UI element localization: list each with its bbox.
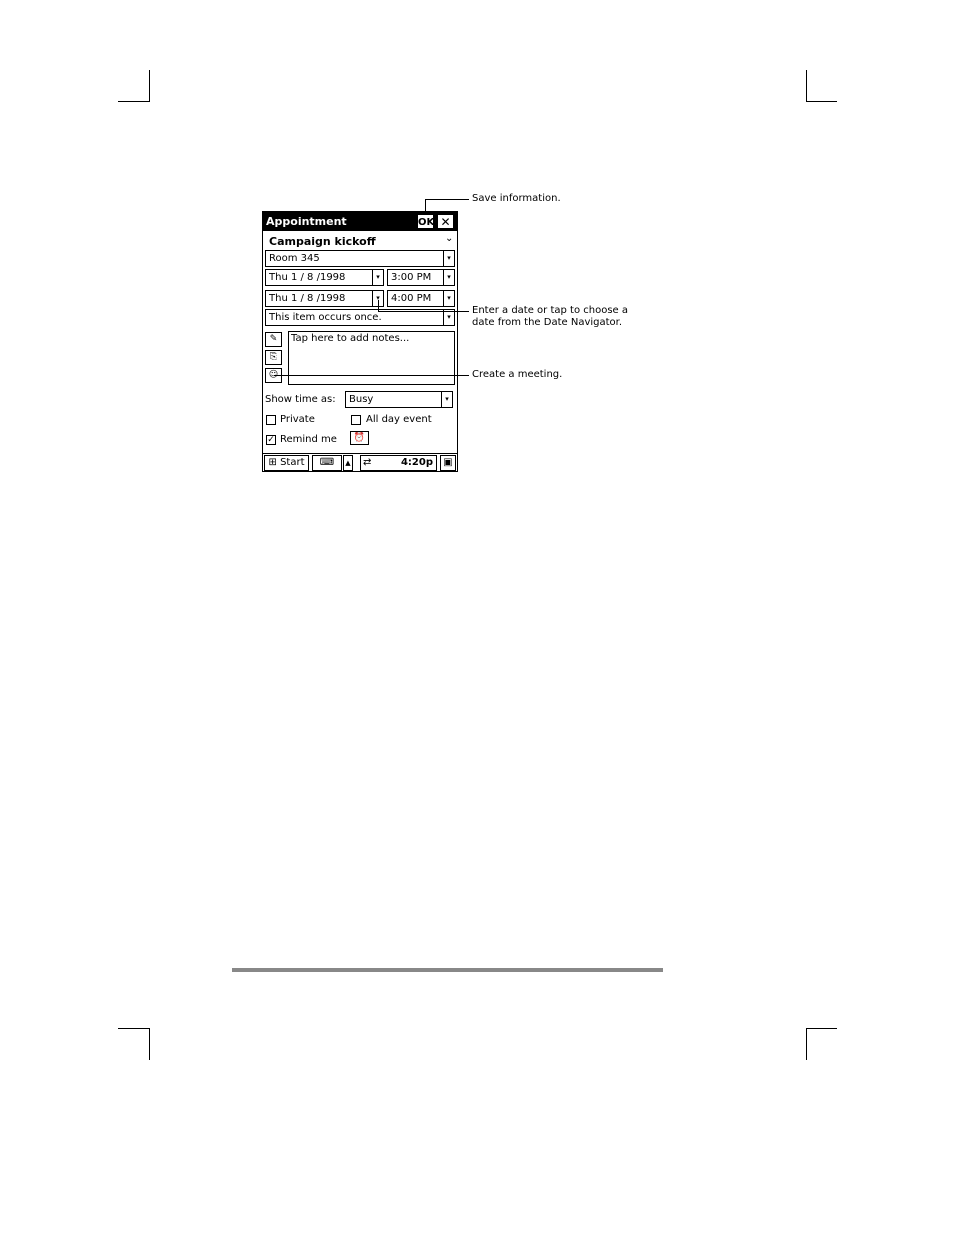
show-time-dropdown-icon[interactable]: ▾	[441, 392, 452, 407]
end-time-field[interactable]: 4:00 PM ▾	[387, 290, 455, 307]
window-title: Appointment	[266, 215, 347, 228]
remind-me-checkbox[interactable]: ✓	[266, 435, 276, 445]
subject-field[interactable]: Campaign kickoff	[269, 235, 376, 248]
close-button[interactable]: ✕	[437, 214, 454, 229]
alarm-icon: ⏰	[353, 433, 366, 443]
up-arrow-icon: ▲	[345, 459, 351, 467]
attach-icon[interactable]: ⎘	[265, 350, 282, 365]
windows-logo-icon: ⊞	[268, 457, 277, 468]
desktop-button[interactable]: ▣	[440, 455, 456, 471]
keyboard-button[interactable]: ⌨	[312, 455, 342, 471]
notes-placeholder: Tap here to add notes...	[291, 333, 410, 344]
crop-mark-tl-h	[118, 101, 149, 102]
desktop-icon: ▣	[443, 457, 453, 468]
private-label: Private	[280, 414, 315, 425]
crop-mark-tr-v	[806, 70, 807, 102]
start-time-text: 3:00 PM	[391, 272, 432, 283]
start-date-field[interactable]: Thu 1 / 8 /1998 ▾	[265, 269, 384, 286]
subject-chevron-down-icon[interactable]: ⌄	[445, 233, 453, 244]
appointment-window: Appointment OK ✕ Campaign kickoff ⌄ Room…	[262, 211, 458, 472]
start-time-dropdown-icon[interactable]: ▾	[443, 270, 454, 285]
taskbar: ⊞ Start ⌨ ▲ ⇄ 4:20p ▣	[263, 453, 457, 471]
notes-area[interactable]: Tap here to add notes...	[288, 331, 455, 385]
save-leader-vertical	[425, 199, 426, 214]
recurrence-dropdown-icon[interactable]: ▾	[443, 310, 454, 325]
show-time-label: Show time as:	[265, 394, 336, 405]
end-date-field[interactable]: Thu 1 / 8 /1998 ▾	[265, 290, 384, 307]
crop-mark-br-v	[806, 1028, 807, 1060]
ok-button[interactable]: OK	[417, 214, 434, 229]
crop-mark-tl-v	[149, 70, 150, 102]
start-date-text: Thu 1 / 8 /1998	[269, 272, 346, 283]
callout-date-line2: date from the Date Navigator.	[472, 317, 623, 328]
notes-pencil-icon[interactable]: ✎	[265, 332, 282, 347]
crop-mark-br-h	[806, 1028, 837, 1029]
subject-text: Campaign kickoff	[269, 235, 376, 248]
recurrence-text: This item occurs once.	[269, 312, 382, 323]
meeting-leader-horizontal	[274, 375, 469, 376]
connection-icon[interactable]: ⇄	[363, 457, 371, 468]
callout-meeting: Create a meeting.	[472, 369, 563, 380]
crop-mark-tr-h	[806, 101, 837, 102]
end-date-text: Thu 1 / 8 /1998	[269, 293, 346, 304]
start-button[interactable]: ⊞ Start	[264, 455, 309, 471]
private-checkbox[interactable]	[266, 415, 276, 425]
keyboard-icon: ⌨	[319, 457, 335, 468]
remind-me-label: Remind me	[280, 434, 337, 445]
taskbar-clock[interactable]: 4:20p	[401, 456, 433, 470]
end-time-text: 4:00 PM	[391, 293, 432, 304]
footer-rule	[232, 968, 663, 972]
all-day-label: All day event	[366, 414, 432, 425]
date-leader-horizontal	[378, 311, 469, 312]
location-dropdown-icon[interactable]: ▾	[443, 251, 454, 266]
callout-save: Save information.	[472, 193, 561, 204]
crop-mark-bl-v	[149, 1028, 150, 1060]
all-day-checkbox[interactable]	[351, 415, 361, 425]
crop-mark-bl-h	[118, 1028, 149, 1029]
location-field[interactable]: Room 345 ▾	[265, 250, 455, 267]
title-bar: Appointment OK ✕	[263, 212, 457, 231]
show-time-value: Busy	[349, 394, 374, 405]
input-panel-arrow-button[interactable]: ▲	[343, 455, 353, 471]
start-time-field[interactable]: 3:00 PM ▾	[387, 269, 455, 286]
end-time-dropdown-icon[interactable]: ▾	[443, 291, 454, 306]
location-text: Room 345	[269, 253, 320, 264]
start-date-dropdown-icon[interactable]: ▾	[372, 270, 383, 285]
callout-date-line1: Enter a date or tap to choose a	[472, 305, 628, 316]
show-time-select[interactable]: Busy ▾	[345, 391, 453, 408]
notification-tray: ⇄ 4:20p	[360, 455, 437, 471]
reminder-options-button[interactable]: ⏰	[350, 431, 369, 445]
save-leader-horizontal	[425, 199, 469, 200]
start-label: Start	[280, 457, 305, 468]
